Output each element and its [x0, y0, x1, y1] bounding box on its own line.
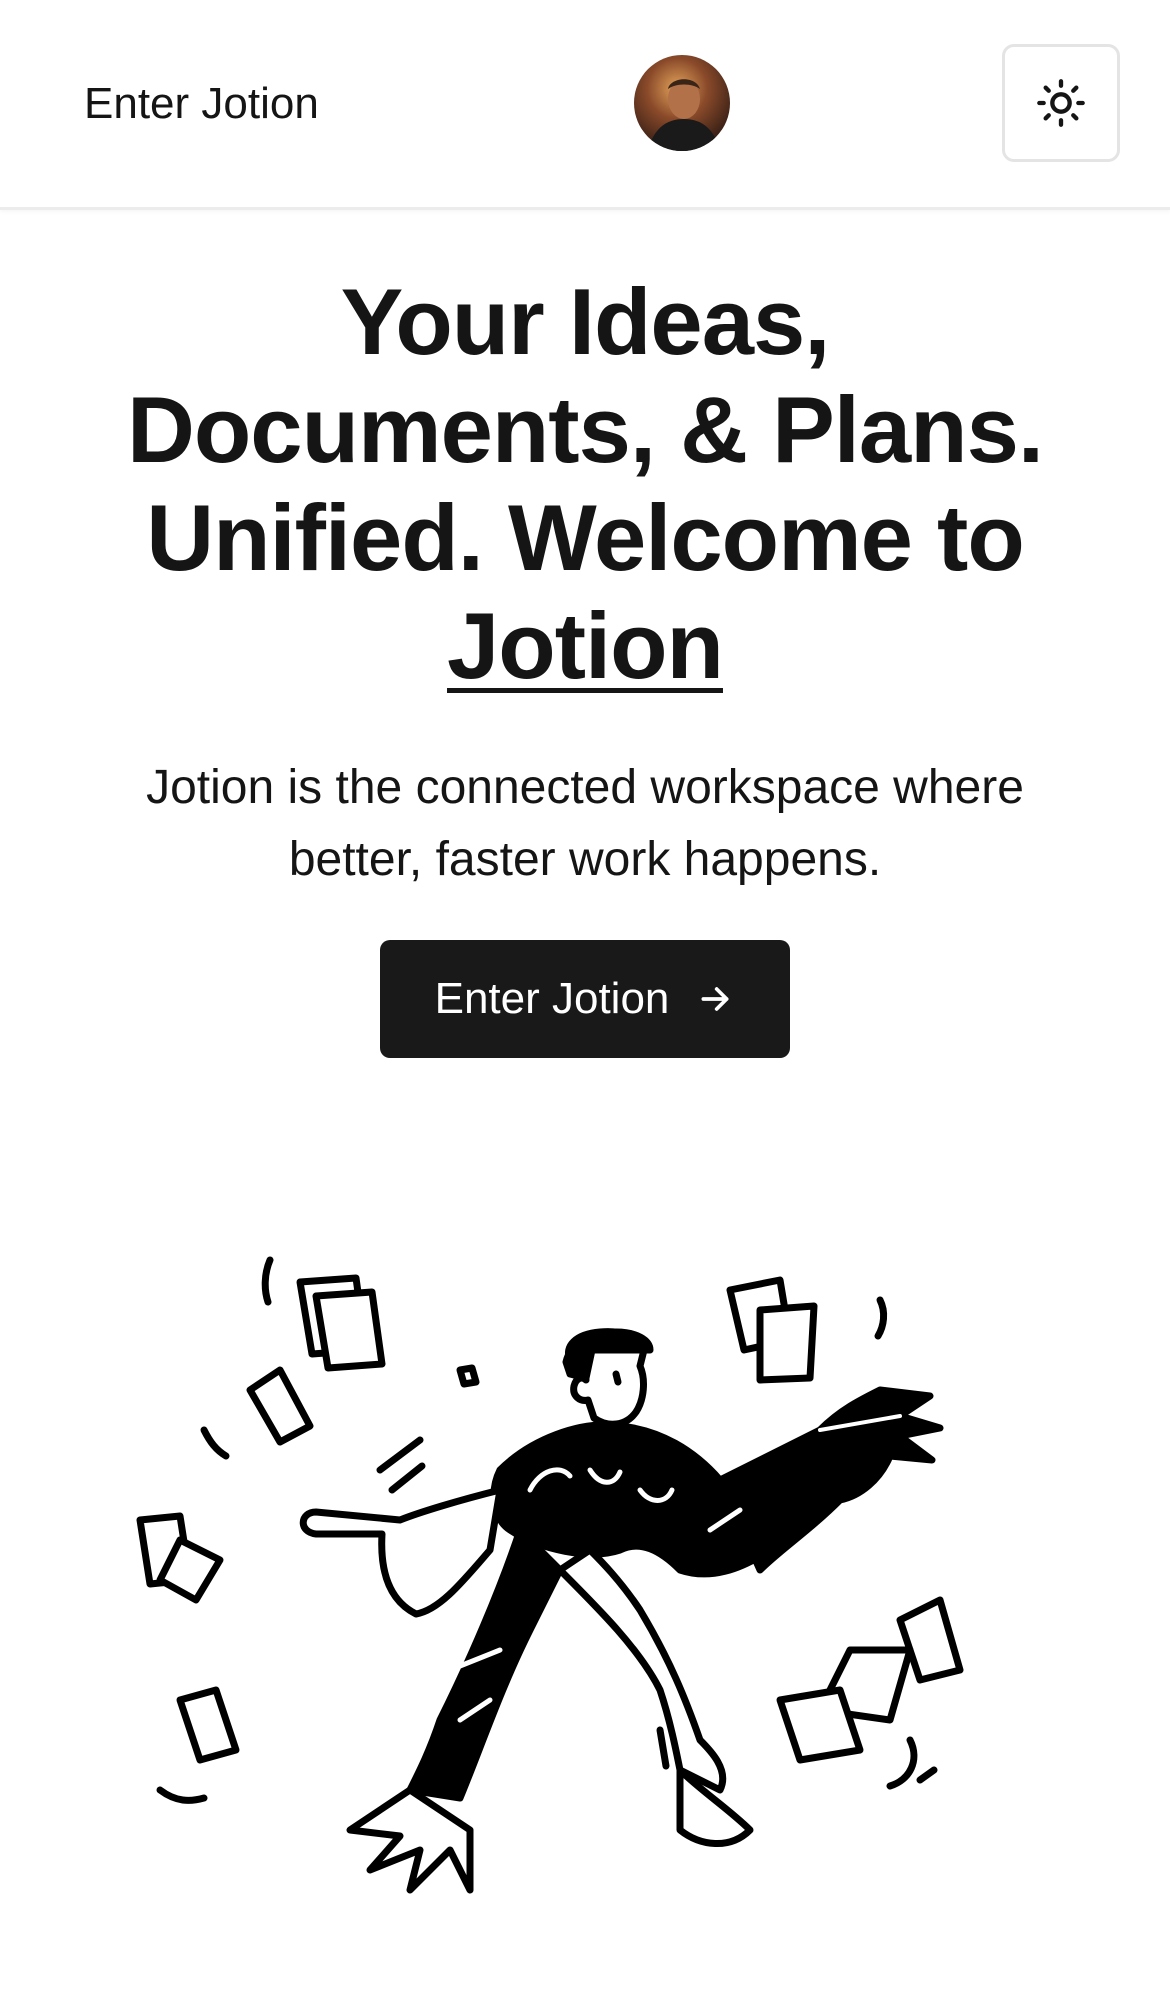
hero-title-line-2: Documents, & Plans.	[127, 377, 1044, 482]
hero-title-line-3: Unified. Welcome to	[146, 485, 1025, 590]
sun-icon	[1037, 79, 1085, 127]
hero-subtitle-line-1: Jotion is the connected workspace where	[146, 761, 1024, 814]
hero-subtitle: Jotion is the connected workspace where …	[80, 752, 1090, 896]
theme-toggle-button[interactable]	[1002, 44, 1120, 162]
hero-subtitle-line-2: better, faster work happens.	[288, 833, 882, 886]
hero-title-line-1: Your Ideas,	[340, 269, 831, 374]
enter-jotion-button[interactable]: Enter Jotion	[380, 940, 790, 1058]
nav-enter-link[interactable]: Enter Jotion	[84, 76, 319, 132]
hero-title: Your Ideas, Documents, & Plans. Unified.…	[60, 268, 1110, 700]
arrow-right-icon	[701, 987, 729, 1011]
avatar-image	[634, 55, 730, 151]
person-juggling-papers-illustration	[136, 1256, 964, 1894]
hero-illustration	[120, 1250, 1020, 1950]
avatar[interactable]	[634, 55, 730, 151]
enter-jotion-button-label: Enter Jotion	[434, 974, 670, 1023]
navbar: Enter Jotion	[0, 0, 1170, 210]
hero-title-brand: Jotion	[447, 593, 724, 698]
